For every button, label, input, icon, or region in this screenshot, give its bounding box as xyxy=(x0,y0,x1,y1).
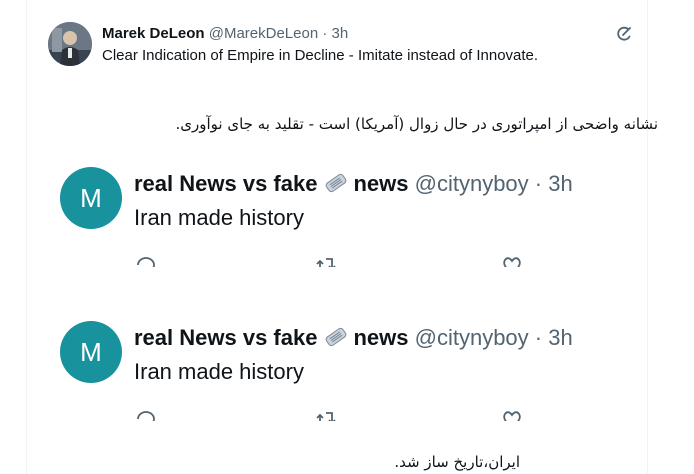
like-icon[interactable] xyxy=(500,253,524,267)
author-name[interactable]: Marek DeLeon xyxy=(102,25,205,42)
separator: · xyxy=(318,25,332,42)
retweet-icon[interactable] xyxy=(314,407,338,421)
quoted-author-handle[interactable]: @citynyboy xyxy=(415,171,529,196)
name-part-2: news xyxy=(353,325,409,350)
reply-icon[interactable] xyxy=(134,253,158,267)
avatar[interactable]: M xyxy=(60,321,122,383)
quoted-tweet-text: Iran made history xyxy=(134,205,304,230)
quoted-author-handle[interactable]: @citynyboy xyxy=(415,325,529,350)
profile-photo-icon xyxy=(48,22,92,66)
tweet-text: Clear Indication of Empire in Decline - … xyxy=(102,47,539,64)
quoted-tweet[interactable]: M real News vs fake news @citynyboy · 3h … xyxy=(58,321,618,421)
newspaper-icon xyxy=(323,326,349,348)
quoted-tweet-text: Iran made history xyxy=(134,359,304,384)
action-bar xyxy=(134,407,534,421)
newspaper-icon xyxy=(323,172,349,194)
quoted-tweet-time[interactable]: 3h xyxy=(548,171,572,196)
quoted-author-name[interactable]: real News vs fake news xyxy=(134,171,409,196)
separator: · xyxy=(528,325,549,350)
grok-icon[interactable] xyxy=(614,24,634,44)
persian-translation-2: ایران،تاریخ ساز شد. xyxy=(394,453,520,471)
quoted-tweet-header: real News vs fake news @citynyboy · 3h xyxy=(134,325,573,351)
quoted-tweet-time[interactable]: 3h xyxy=(548,325,572,350)
name-part-1: real News vs fake xyxy=(134,171,318,196)
reply-icon[interactable] xyxy=(134,407,158,421)
name-part-2: news xyxy=(353,171,409,196)
quoted-tweet-header: real News vs fake news @citynyboy · 3h xyxy=(134,171,573,197)
name-part-1: real News vs fake xyxy=(134,325,318,350)
avatar[interactable]: M xyxy=(60,167,122,229)
quoted-author-name[interactable]: real News vs fake news xyxy=(134,325,409,350)
action-bar xyxy=(134,253,534,267)
tweet-header: Marek DeLeon @MarekDeLeon · 3h xyxy=(102,25,348,42)
page: Marek DeLeon @MarekDeLeon · 3h Clear Ind… xyxy=(0,0,694,474)
retweet-icon[interactable] xyxy=(314,253,338,267)
tweet-time[interactable]: 3h xyxy=(332,25,349,42)
quoted-tweet[interactable]: M real News vs fake news @citynyboy · 3h … xyxy=(58,167,618,267)
persian-translation-1: نشانه واضحی از امپراتوری در حال زوال (آم… xyxy=(175,115,658,133)
like-icon[interactable] xyxy=(500,407,524,421)
separator: · xyxy=(528,171,549,196)
author-handle[interactable]: @MarekDeLeon xyxy=(209,25,318,42)
author-avatar[interactable] xyxy=(48,22,92,66)
